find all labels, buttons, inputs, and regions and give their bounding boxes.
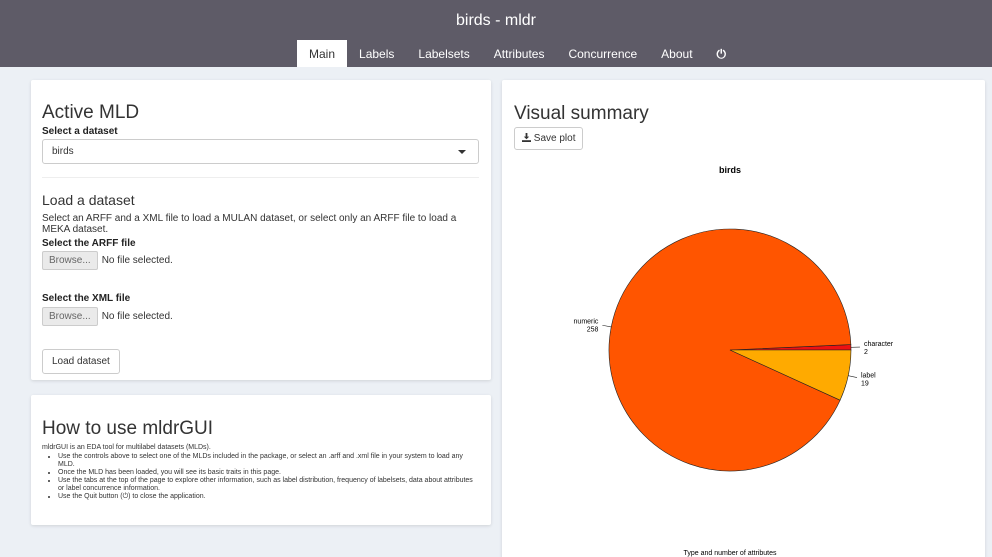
xml-file-input: Browse... No file selected. bbox=[42, 306, 173, 326]
chart-xlabel: Type and number of attributes bbox=[684, 550, 777, 557]
pie-label-line bbox=[602, 324, 612, 328]
power-icon[interactable]: ⏻ bbox=[705, 40, 739, 67]
nav-tabs: Main Labels Labelsets Attributes Concurr… bbox=[297, 40, 738, 67]
pie-value-numeric: 258 bbox=[587, 327, 599, 334]
pie-value-character: 2 bbox=[864, 349, 868, 356]
howto-intro: mldrGUI is an EDA tool for multilabel da… bbox=[42, 444, 211, 451]
pie-label-numeric: numeric bbox=[574, 319, 599, 326]
dataset-select-value: birds bbox=[52, 146, 74, 157]
tab-labelsets[interactable]: Labelsets bbox=[406, 40, 481, 67]
tab-about[interactable]: About bbox=[649, 40, 704, 67]
visual-summary-panel: Visual summary Save plot birds Type and n… bbox=[502, 80, 985, 557]
select-dataset-label: Select a dataset bbox=[42, 126, 118, 137]
dataset-select[interactable]: birds bbox=[42, 139, 479, 164]
xml-browse-button[interactable]: Browse... bbox=[42, 307, 98, 326]
active-mld-panel: Active MLD Select a dataset birds Load a… bbox=[31, 80, 491, 380]
howto-panel: How to use mldrGUI mldrGUI is an EDA too… bbox=[31, 395, 491, 525]
list-item: Use the controls above to select one of … bbox=[58, 453, 478, 469]
pie-label-line bbox=[848, 375, 858, 378]
chart-title: birds bbox=[719, 165, 741, 175]
tab-attributes[interactable]: Attributes bbox=[482, 40, 557, 67]
list-item: Use the Quit button (⏻) to close the app… bbox=[58, 493, 478, 501]
list-item: Use the tabs at the top of the page to e… bbox=[58, 477, 478, 493]
load-dataset-button[interactable]: Load dataset bbox=[42, 349, 120, 374]
load-dataset-description: Select an ARFF and a XML file to load a … bbox=[42, 213, 457, 235]
chevron-down-icon bbox=[458, 150, 466, 154]
tab-concurrence[interactable]: Concurrence bbox=[556, 40, 649, 67]
load-dataset-title: Load a dataset bbox=[42, 192, 135, 208]
divider bbox=[42, 177, 479, 178]
attributes-pie-chart: birds Type and number of attributes charac… bbox=[574, 165, 894, 557]
howto-title: How to use mldrGUI bbox=[42, 418, 214, 439]
list-item: Once the MLD has been loaded, you will s… bbox=[58, 469, 478, 477]
tab-labels[interactable]: Labels bbox=[347, 40, 406, 67]
xml-file-label: Select the XML file bbox=[42, 293, 131, 304]
pie-value-label: 19 bbox=[861, 380, 869, 387]
tab-main[interactable]: Main bbox=[297, 40, 348, 67]
app-title: birds - mldr bbox=[455, 12, 536, 29]
arff-file-status: No file selected. bbox=[101, 255, 173, 266]
howto-list: Use the controls above to select one of … bbox=[58, 453, 478, 501]
pie-label-character: character bbox=[864, 341, 894, 348]
arff-file-label: Select the ARFF file bbox=[42, 238, 136, 249]
active-mld-title: Active MLD bbox=[42, 102, 140, 123]
pie-label-label: label bbox=[861, 372, 876, 379]
top-bar: birds - mldr Main Labels Labelsets Attri… bbox=[0, 0, 992, 67]
arff-browse-button[interactable]: Browse... bbox=[42, 251, 98, 270]
xml-file-status: No file selected. bbox=[101, 311, 173, 322]
arff-file-input: Browse... No file selected. bbox=[42, 250, 173, 270]
